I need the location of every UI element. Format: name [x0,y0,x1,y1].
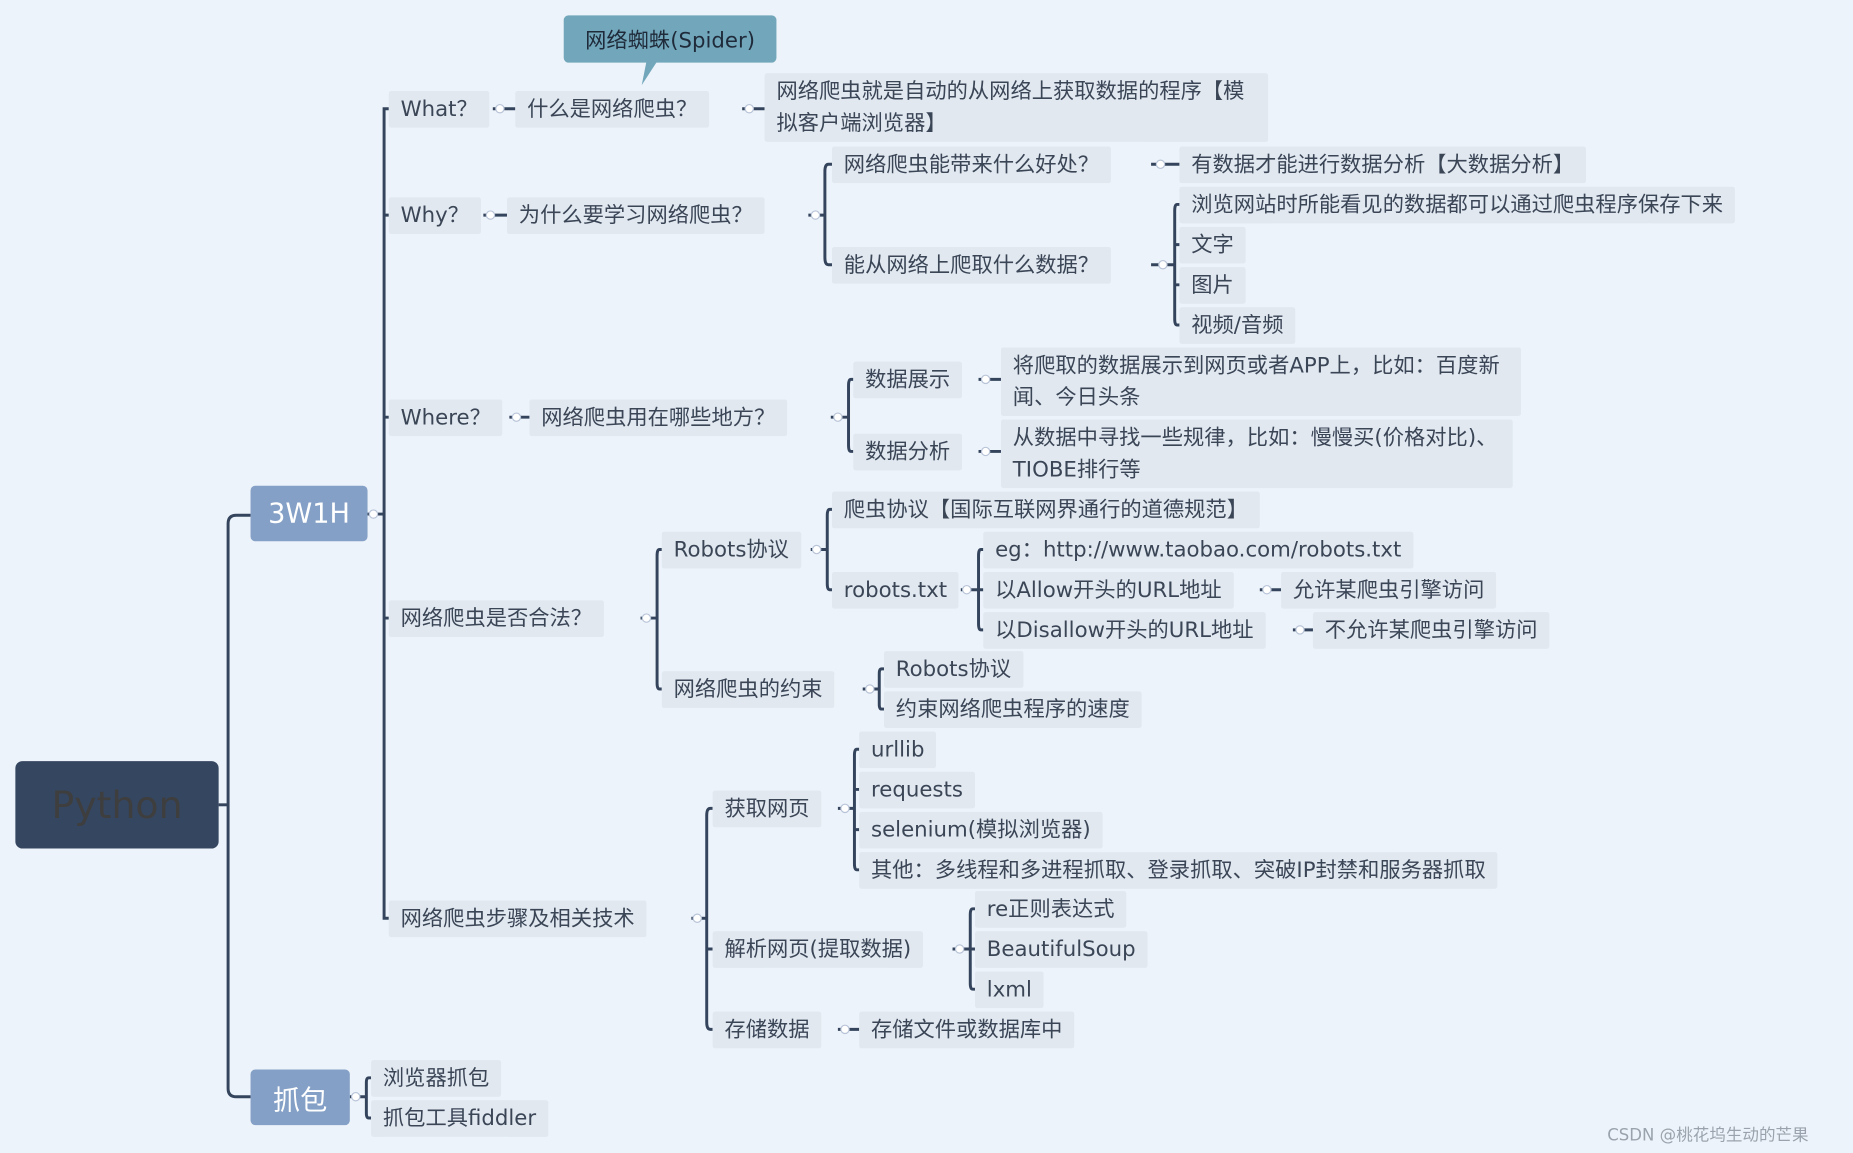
node-capture-item[interactable]: 抓包工具fiddler [371,1100,548,1137]
node-analysis-answer[interactable]: 从数据中寻找一些规律，比如：慢慢买(价格对比)、TIOBE排行等 [1000,419,1513,489]
node-why-question[interactable]: 为什么要学习网络爬虫？ [506,197,765,234]
node-fetch-item[interactable]: selenium(模拟浏览器) [859,811,1103,849]
node-data-item[interactable]: 图片 [1179,267,1246,304]
node-constraint-item[interactable]: 约束网络爬虫程序的速度 [883,691,1142,728]
node-allow-desc[interactable]: 允许某爬虫引擎访问 [1281,571,1497,609]
node-data[interactable]: 能从网络上爬取什么数据？ [831,246,1111,284]
node-display[interactable]: 数据展示 [853,361,962,399]
node-data-item[interactable]: 浏览网站时所能看见的数据都可以通过爬虫程序保存下来 [1179,186,1735,224]
node-benefit[interactable]: 网络爬虫能带来什么好处？ [831,146,1111,184]
node-parse-item[interactable]: lxml [974,971,1044,1009]
node-eg[interactable]: eg：http://www.taobao.com/robots.txt [983,531,1414,569]
node-data-item[interactable]: 视频/音频 [1179,307,1296,344]
node-disallow-desc[interactable]: 不允许某爬虫引擎访问 [1312,612,1550,649]
node-legal[interactable]: 网络爬虫是否合法？ [388,600,604,637]
node-what-answer[interactable]: 网络爬虫就是自动的从网络上获取数据的程序【模拟客户端浏览器】 [764,73,1269,142]
node-fetch[interactable]: 获取网页 [712,790,822,828]
node-capture[interactable]: 抓包 [250,1069,350,1126]
node-fetch-item[interactable]: 其他：多线程和多进程抓取、登录抓取、突破IP封禁和服务器抓取 [859,852,1498,889]
watermark: CSDN @桃花坞生动的芒果 [1607,1126,1809,1146]
node-what-question[interactable]: 什么是网络爬虫？ [515,90,710,128]
root-node[interactable]: Python [15,761,219,849]
node-store-item[interactable]: 存储文件或数据库中 [859,1011,1075,1049]
node-parse[interactable]: 解析网页(提取数据) [712,931,924,968]
node-data-item[interactable]: 文字 [1179,226,1246,264]
node-parse-item[interactable]: re正则表达式 [974,891,1127,928]
node-analysis[interactable]: 数据分析 [853,433,962,471]
node-capture-item[interactable]: 浏览器抓包 [371,1060,502,1097]
node-3w1h[interactable]: 3W1H [250,485,368,542]
node-constraint-item[interactable]: Robots协议 [883,651,1023,688]
node-benefit-answer[interactable]: 有数据才能进行数据分析【大数据分析】 [1179,146,1586,184]
node-fetch-item[interactable]: urllib [859,731,937,769]
node-steps[interactable]: 网络爬虫步骤及相关技术 [388,900,647,938]
node-robots-desc[interactable]: 爬虫协议【国际互联网界通行的道德规范】 [831,491,1260,529]
node-robots-txt[interactable]: robots.txt [831,571,959,609]
node-fetch-item[interactable]: requests [859,771,975,809]
node-parse-item[interactable]: BeautifulSoup [974,931,1148,968]
node-what[interactable]: What？ [388,90,490,128]
node-why[interactable]: Why？ [388,197,481,234]
node-where[interactable]: Where？ [388,399,503,437]
node-store[interactable]: 存储数据 [712,1011,822,1049]
node-display-answer[interactable]: 将爬取的数据展示到网页或者APP上，比如：百度新闻、今日头条 [1000,347,1521,416]
node-where-question[interactable]: 网络爬虫用在哪些地方？ [529,399,788,437]
node-allow[interactable]: 以Allow开头的URL地址 [983,571,1234,609]
callout-spider[interactable]: 网络蜘蛛(Spider) [563,15,777,63]
node-disallow[interactable]: 以Disallow开头的URL地址 [983,612,1266,649]
node-constraint[interactable]: 网络爬虫的约束 [661,671,835,708]
mind-map: Python 3W1H 抓包 网络蜘蛛(Spider) What？ 什么是网络爬… [0,0,1853,1153]
node-robots[interactable]: Robots协议 [661,531,801,569]
